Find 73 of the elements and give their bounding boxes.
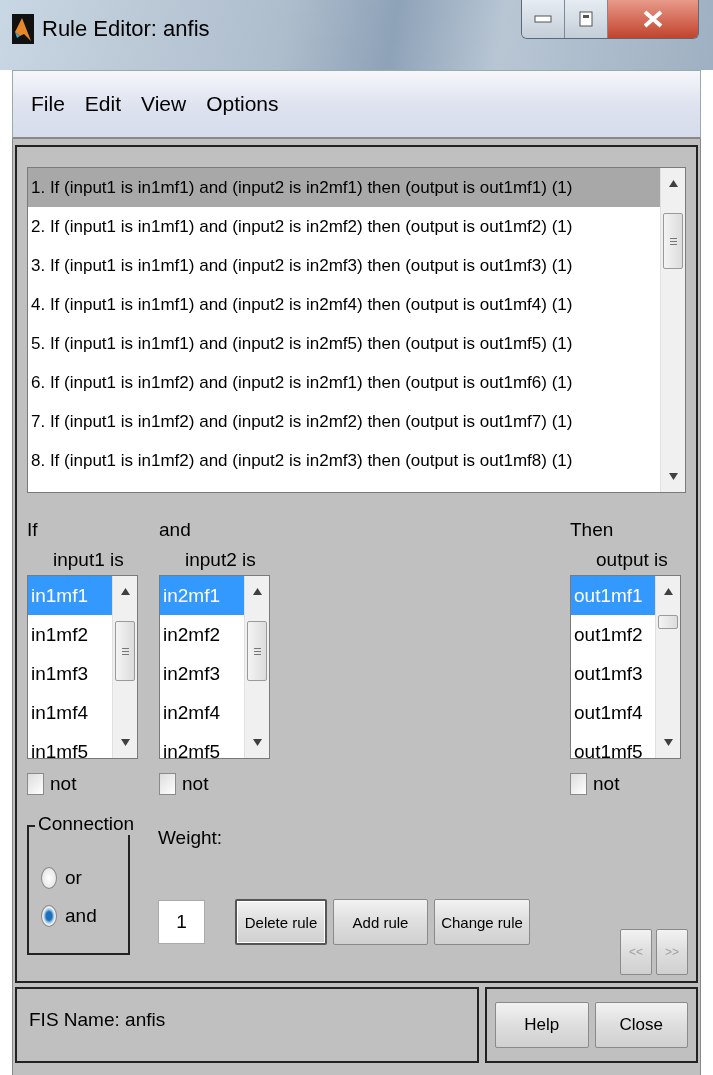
scroll-down-icon[interactable] [668, 473, 678, 480]
variable-label: input2 is [184, 549, 257, 572]
not-checkbox[interactable] [159, 773, 176, 795]
scrollbar[interactable] [655, 576, 680, 758]
list-item[interactable]: in2mf3 [160, 654, 244, 693]
list-item[interactable]: in1mf3 [28, 654, 112, 693]
scrollbar[interactable] [112, 576, 137, 758]
rule-button[interactable]: Delete rule [235, 899, 327, 945]
not-checkbox[interactable] [27, 773, 44, 795]
app-logo-icon [12, 14, 34, 44]
list-item[interactable]: out1mf3 [571, 654, 655, 693]
list-item[interactable]: 2. If (input1 is in1mf1) and (input2 is in2mf2) then (output is out1mf2) (1) [28, 207, 660, 246]
list-item[interactable]: in1mf4 [28, 693, 112, 732]
list-item[interactable]: 8. If (input1 is in1mf2) and (input2 is in2mf3) then (output is out1mf8) (1) [28, 441, 660, 480]
not-label: not [593, 773, 620, 795]
scroll-up-icon[interactable] [668, 180, 678, 187]
variable-label: input1 is [52, 549, 125, 572]
close-icon [642, 9, 664, 29]
scroll-down-icon[interactable] [252, 739, 262, 746]
scroll-thumb[interactable] [247, 621, 267, 681]
footer-button[interactable]: Help [495, 1002, 589, 1048]
minimize-icon [534, 15, 552, 23]
list-item[interactable]: 6. If (input1 is in1mf2) and (input2 is in2mf1) then (output is out1mf6) (1) [28, 363, 660, 402]
radio-label: and [65, 905, 97, 927]
not-checkbox[interactable] [570, 773, 587, 795]
list-item[interactable]: 7. If (input1 is in1mf2) and (input2 is in2mf2) then (output is out1mf7) (1) [28, 402, 660, 441]
column-header: If [27, 519, 39, 542]
list-item[interactable]: 4. If (input1 is in1mf1) and (input2 is in2mf4) then (output is out1mf4) (1) [28, 285, 660, 324]
list-item[interactable]: in2mf2 [160, 615, 244, 654]
list-item[interactable]: 5. If (input1 is in1mf1) and (input2 is in2mf5) then (output is out1mf5) (1) [28, 324, 660, 363]
list-item[interactable]: out1mf2 [571, 615, 655, 654]
close-button[interactable] [608, 0, 698, 38]
maximize-icon [579, 11, 593, 27]
weight-label: Weight: [158, 827, 224, 849]
menu-item[interactable]: Edit [76, 88, 130, 120]
rule-button[interactable]: Add rule [333, 899, 428, 945]
list-item[interactable]: in1mf2 [28, 615, 112, 654]
list-item[interactable]: 1. If (input1 is in1mf1) and (input2 is in2mf1) then (output is out1mf1) (1) [28, 168, 660, 207]
maximize-button[interactable] [565, 0, 608, 38]
column-header: Then [570, 519, 615, 542]
radio-button[interactable] [41, 905, 57, 927]
scrollbar[interactable] [660, 168, 685, 492]
scroll-up-icon[interactable] [252, 588, 262, 595]
not-label: not [182, 773, 209, 795]
menu-item[interactable]: Options [198, 88, 287, 120]
list-item[interactable]: in1mf5 [28, 732, 112, 758]
list-item[interactable]: out1mf5 [571, 732, 655, 758]
variable-label: output is [595, 549, 669, 572]
list-item[interactable]: out1mf4 [571, 693, 655, 732]
not-label: not [50, 773, 77, 795]
scroll-thumb[interactable] [115, 621, 135, 681]
list-item[interactable]: in2mf4 [160, 693, 244, 732]
column-header: and [159, 519, 192, 542]
rules-list[interactable] [27, 167, 686, 493]
list-item[interactable]: 3. If (input1 is in1mf1) and (input2 is in2mf3) then (output is out1mf3) (1) [28, 246, 660, 285]
window-title: Rule Editor: anfis [42, 16, 210, 42]
footer-button[interactable]: Close [594, 1002, 688, 1048]
scroll-thumb[interactable] [663, 213, 683, 269]
scroll-up-icon[interactable] [120, 588, 130, 595]
scroll-up-icon[interactable] [663, 588, 673, 595]
radio-button[interactable] [41, 867, 57, 889]
rule-button[interactable]: Change rule [434, 899, 530, 945]
weight-field[interactable]: 1 [158, 900, 205, 944]
scroll-down-icon[interactable] [663, 739, 673, 746]
menu-item[interactable]: File [23, 88, 73, 120]
status-box: FIS Name: anfis [15, 987, 479, 1063]
scroll-down-icon[interactable] [120, 739, 130, 746]
list-item[interactable]: in2mf5 [160, 732, 244, 758]
minimize-button[interactable] [522, 0, 565, 38]
scroll-thumb[interactable] [658, 615, 678, 629]
radio-label: or [65, 867, 82, 889]
scrollbar[interactable] [244, 576, 269, 758]
menu-item[interactable]: View [133, 88, 195, 120]
